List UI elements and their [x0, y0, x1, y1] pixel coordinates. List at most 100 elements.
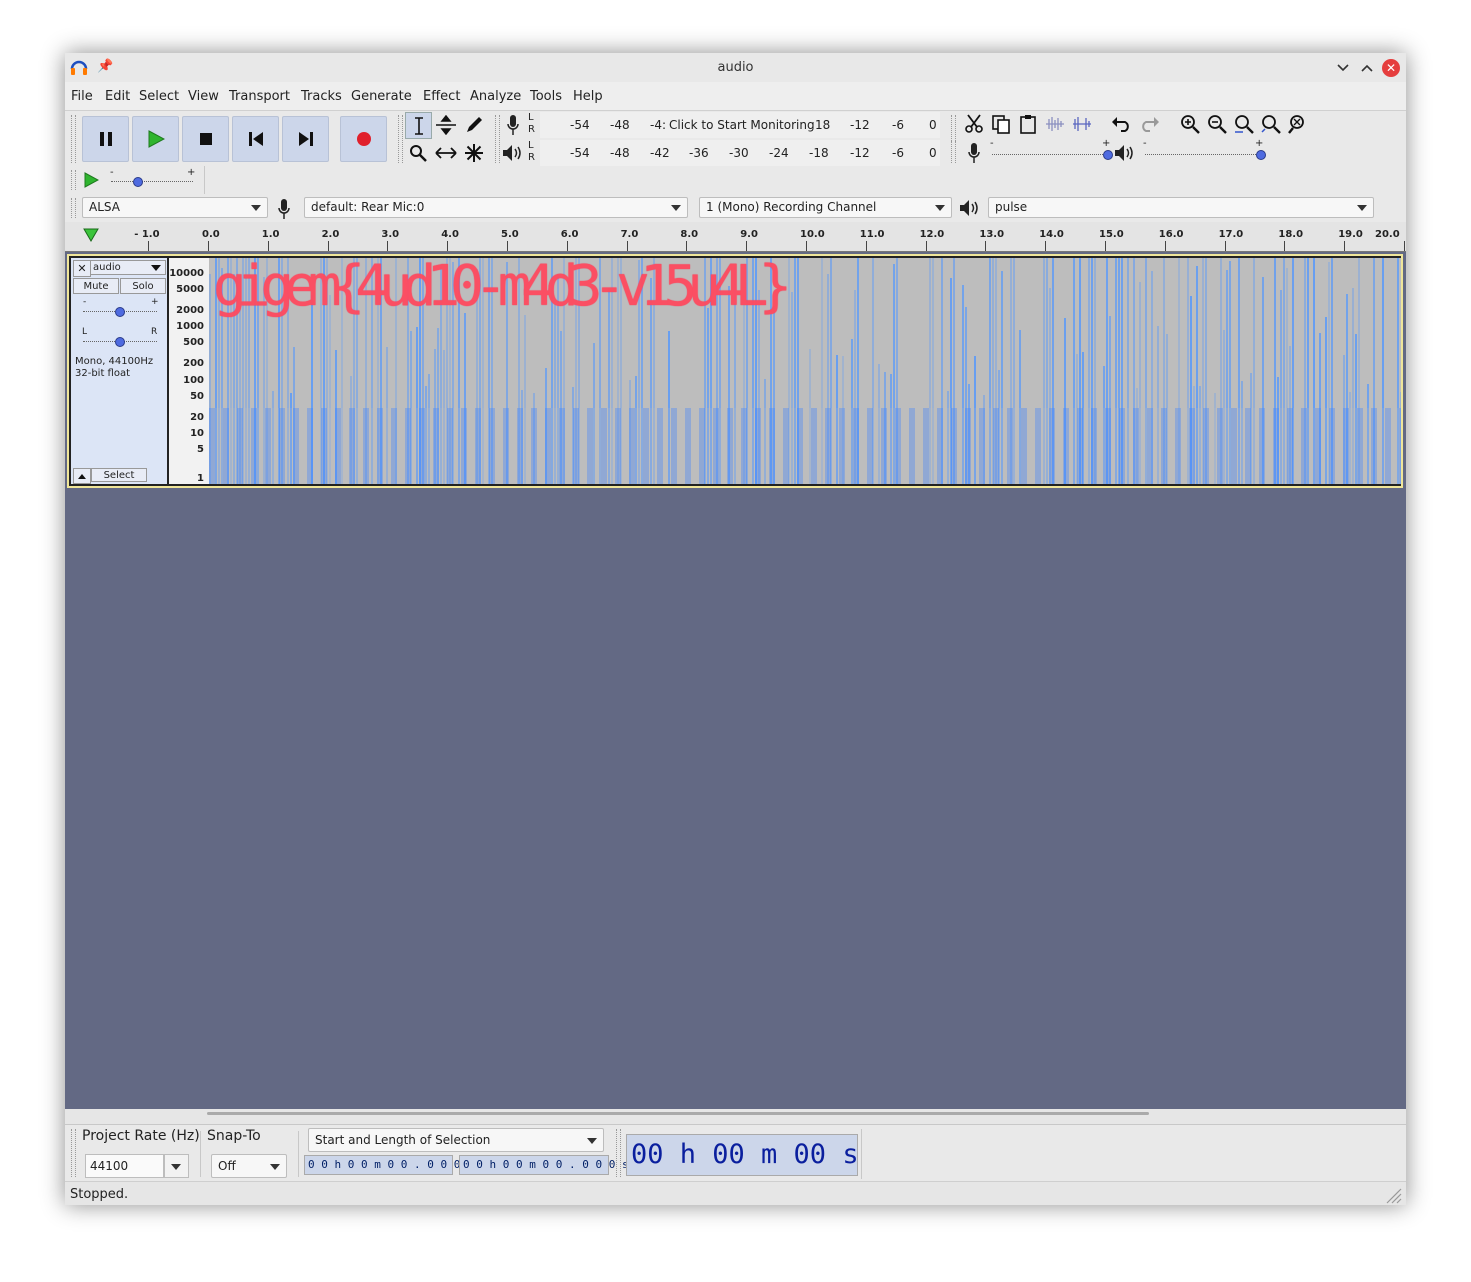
trim-button[interactable]: [1043, 112, 1067, 136]
cut-button[interactable]: [962, 112, 986, 136]
toolbar-grip[interactable]: [71, 115, 76, 163]
record-meter-button[interactable]: [500, 112, 525, 137]
menu-effect[interactable]: Effect: [423, 89, 460, 104]
selection-grip[interactable]: [71, 1129, 76, 1177]
paste-button[interactable]: [1016, 112, 1040, 136]
minimize-button[interactable]: [1334, 59, 1352, 77]
ruler-tick-label: 19.0: [1338, 229, 1363, 240]
recording-device-select[interactable]: default: Rear Mic:0: [304, 197, 688, 218]
freq-label: 10: [190, 428, 204, 439]
divider: [298, 1131, 299, 1177]
envelope-tool-button[interactable]: [433, 112, 458, 137]
audio-host-select[interactable]: ALSA: [82, 197, 268, 218]
menu-analyze[interactable]: Analyze: [470, 89, 521, 104]
mixer-grip[interactable]: [951, 141, 956, 163]
monitor-prompt[interactable]: Click to Start Monitoring: [669, 118, 815, 132]
selection-mode-select[interactable]: Start and Length of Selection: [308, 1128, 604, 1152]
play-button[interactable]: [132, 116, 179, 162]
meter-tick: -36: [689, 146, 709, 160]
mute-button[interactable]: Mute: [73, 278, 119, 294]
playback-meter[interactable]: L R -54 -48 -42 -36 -30 -24 -18 -12 -6 0: [528, 140, 940, 166]
undo-button[interactable]: [1110, 112, 1134, 136]
track-name-menu[interactable]: audio: [90, 260, 166, 275]
solo-button[interactable]: Solo: [120, 278, 166, 294]
selection-start-time[interactable]: 0 0 h 0 0 m 0 0 . 0 0 0 s: [304, 1155, 474, 1175]
tools-grip[interactable]: [398, 115, 403, 163]
play-at-speed-button[interactable]: [79, 168, 103, 192]
recording-volume-slider[interactable]: [992, 154, 1107, 156]
play-speed-slider[interactable]: [111, 181, 193, 183]
device-grip[interactable]: [71, 198, 76, 218]
menu-tools[interactable]: Tools: [530, 89, 562, 104]
audio-track[interactable]: ✕ audio Mute Solo - + L R Mono, 44100Hz …: [67, 254, 1403, 488]
stop-button[interactable]: [182, 116, 229, 162]
playback-volume-slider[interactable]: [1145, 154, 1260, 156]
ruler-tick-mark: [387, 241, 389, 251]
divider: [200, 1131, 201, 1177]
copy-button[interactable]: [989, 112, 1013, 136]
menu-help[interactable]: Help: [573, 89, 603, 104]
ruler-tick-label: 12.0: [919, 229, 945, 240]
fit-selection-button[interactable]: [1232, 112, 1256, 136]
zoom-in-button[interactable]: [1178, 112, 1202, 136]
selection-length-time[interactable]: 0 0 h 0 0 m 0 0 . 0 0 0 s: [459, 1155, 629, 1175]
draw-tool-button[interactable]: [461, 112, 486, 137]
timeline-options-icon[interactable]: [83, 228, 99, 242]
menu-view[interactable]: View: [188, 89, 219, 104]
record-button[interactable]: [340, 116, 387, 162]
collapse-track-button[interactable]: [73, 468, 91, 484]
time-grip[interactable]: [616, 1129, 621, 1177]
menu-file[interactable]: File: [71, 89, 93, 104]
record-meter[interactable]: L R -54 -48 -4: Click to Start Monitorin…: [528, 112, 940, 138]
recording-channels-select[interactable]: 1 (Mono) Recording Channel: [699, 197, 952, 218]
menu-transport[interactable]: Transport: [229, 89, 290, 104]
skip-to-start-button[interactable]: [232, 116, 279, 162]
menu-generate[interactable]: Generate: [351, 89, 412, 104]
redo-button[interactable]: [1137, 112, 1161, 136]
menu-edit[interactable]: Edit: [105, 89, 130, 104]
gain-knob[interactable]: [115, 307, 125, 317]
chevron-down-icon: [270, 1164, 280, 1170]
snap-to-select[interactable]: Off: [211, 1154, 287, 1178]
menu-tracks[interactable]: Tracks: [301, 89, 342, 104]
horizontal-scrollbar[interactable]: [207, 1112, 1149, 1115]
meter-tick: -18: [809, 146, 829, 160]
project-rate-dropdown[interactable]: [164, 1154, 189, 1178]
skip-to-end-icon: [298, 132, 313, 146]
meter-tick: 18: [815, 118, 831, 132]
silence-button[interactable]: [1070, 112, 1094, 136]
ruler-tick-mark: [1045, 241, 1047, 251]
multi-tool-button[interactable]: [461, 140, 486, 165]
track-name: audio: [93, 262, 121, 273]
close-window-button[interactable]: ✕: [1382, 59, 1400, 77]
project-rate-input[interactable]: 44100: [85, 1154, 164, 1178]
ruler-tick-label: 14.0: [1039, 229, 1064, 240]
maximize-button[interactable]: [1358, 59, 1376, 77]
zoom-out-button[interactable]: [1205, 112, 1229, 136]
zoom-out-icon: [1208, 115, 1227, 134]
zoom-toggle-button[interactable]: [1286, 112, 1310, 136]
frequency-ruler[interactable]: 10000 5000 2000 1000 500 200 100 50 20 1…: [169, 258, 209, 484]
select-track-button[interactable]: Select: [91, 468, 147, 482]
playback-meter-button[interactable]: [500, 140, 525, 165]
pan-knob[interactable]: [115, 337, 125, 347]
selection-tool-button[interactable]: [405, 112, 432, 139]
playback-volume-knob[interactable]: [1256, 150, 1266, 160]
resize-grip-icon[interactable]: [1384, 1186, 1402, 1204]
timeline-ruler[interactable]: - 1.0 0.0 1.0 2.0 3.0 4.0 5.0 6.0 7.0 8.0 9.0 10.0 1…: [65, 222, 1406, 252]
play-speed-grip[interactable]: [71, 170, 76, 190]
fit-project-button[interactable]: [1259, 112, 1283, 136]
spectrogram-view[interactable]: gigem{4ud10-m4d3-v15u4L}: [209, 258, 1401, 484]
playback-device-select[interactable]: pulse: [988, 197, 1374, 218]
divider: [861, 1129, 862, 1179]
menu-select[interactable]: Select: [139, 89, 179, 104]
track-close-button[interactable]: ✕: [73, 260, 91, 277]
freq-label: 200: [183, 358, 204, 369]
audio-position-clock[interactable]: 00 h 00 m 00 s: [626, 1134, 859, 1176]
play-speed-knob[interactable]: [133, 177, 143, 187]
pause-button[interactable]: [82, 116, 129, 162]
time-shift-tool-button[interactable]: [433, 140, 458, 165]
skip-to-end-button[interactable]: [282, 116, 329, 162]
zoom-tool-button[interactable]: [405, 140, 430, 165]
track-area[interactable]: ✕ audio Mute Solo - + L R Mono, 44100Hz …: [65, 252, 1406, 1109]
